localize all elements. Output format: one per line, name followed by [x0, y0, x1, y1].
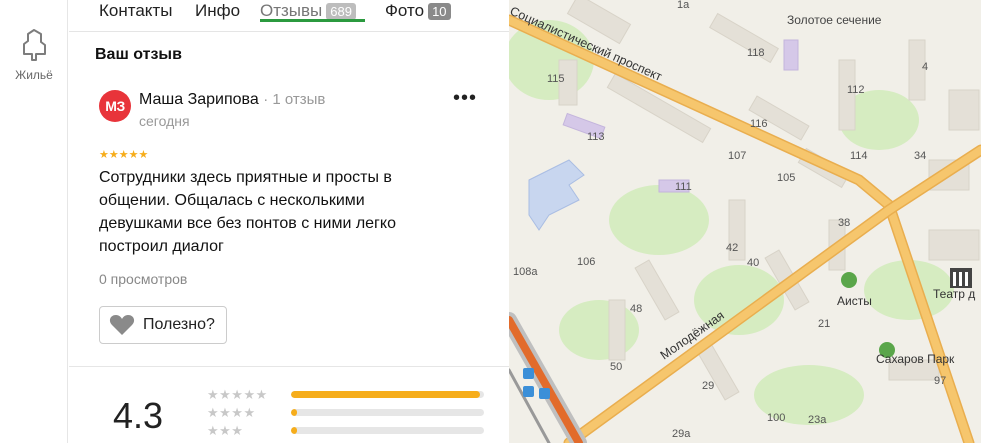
author-name[interactable]: Маша Зарипова — [139, 91, 259, 108]
map-canvas[interactable]: Социалистический проспект Молодёжная Зол… — [509, 0, 981, 443]
rating-row: ★★★★★ — [207, 388, 487, 406]
rating-distribution: ★★★★★ ★★★★ ★★★ — [207, 388, 487, 442]
heart-icon — [109, 315, 135, 335]
svg-text:21: 21 — [818, 318, 830, 330]
svg-text:40: 40 — [747, 257, 759, 269]
rating-bar-fill — [291, 409, 297, 416]
svg-text:42: 42 — [726, 242, 738, 254]
rating-bar — [291, 427, 484, 434]
left-rail: Жильё — [0, 0, 68, 443]
svg-text:113: 113 — [587, 131, 605, 143]
tab-count-badge: 10 — [428, 2, 451, 20]
rail-item-housing[interactable]: Жильё — [0, 28, 68, 82]
svg-text:29: 29 — [702, 380, 714, 392]
tab-label: Контакты — [99, 1, 173, 20]
review-date: сегодня — [139, 113, 190, 129]
svg-text:114: 114 — [850, 150, 868, 162]
section-title: Ваш отзыв — [95, 46, 182, 63]
svg-text:116: 116 — [750, 118, 768, 130]
rating-row: ★★★★ — [207, 406, 487, 424]
more-options-button[interactable]: ••• — [452, 88, 478, 116]
svg-text:112: 112 — [847, 84, 865, 96]
rating-bar-fill — [291, 391, 481, 398]
rating-row-stars: ★★★ — [207, 423, 244, 438]
org-panel: Контакты Инфо Отзывы 689 Фото 10 Ваш отз… — [69, 0, 509, 443]
tab-reviews[interactable]: Отзывы 689 — [260, 0, 356, 32]
poi-label[interactable]: Театр д — [933, 287, 975, 301]
rating-row-stars: ★★★★ — [207, 405, 256, 420]
rating-bar-fill — [291, 427, 297, 434]
tab-photos[interactable]: Фото 10 — [385, 0, 451, 32]
svg-text:100: 100 — [767, 412, 785, 424]
tab-info[interactable]: Инфо — [195, 0, 240, 32]
tab-label: Отзывы — [260, 1, 323, 20]
theater-icon[interactable] — [950, 268, 972, 288]
author-review-count: · 1 отзыв — [263, 91, 326, 108]
svg-text:1a: 1a — [677, 0, 690, 11]
housing-icon — [23, 29, 46, 61]
svg-text:34: 34 — [914, 150, 926, 162]
avatar[interactable]: МЗ — [99, 90, 131, 122]
svg-text:108a: 108a — [513, 266, 538, 278]
tab-label: Инфо — [195, 1, 241, 20]
svg-text:29a: 29a — [672, 428, 691, 440]
svg-text:105: 105 — [777, 172, 795, 184]
review-stars: ★★★★★ — [99, 149, 149, 161]
tab-contacts[interactable]: Контакты — [99, 0, 172, 32]
svg-text:23a: 23a — [808, 414, 827, 426]
poi-label[interactable]: Аисты — [837, 294, 872, 308]
map[interactable]: Социалистический проспект Молодёжная Зол… — [509, 0, 981, 443]
svg-text:111: 111 — [675, 181, 692, 193]
review-text: Сотрудники здесь приятные и просты в общ… — [99, 169, 396, 255]
tab-label: Фото — [385, 1, 425, 20]
rating-score: 4.3 — [113, 395, 164, 436]
helpful-label: Полезно? — [143, 316, 215, 333]
rail-item-label: Жильё — [15, 68, 53, 82]
svg-text:115: 115 — [547, 73, 565, 85]
svg-text:118: 118 — [747, 47, 765, 59]
poi-label[interactable]: Сахаров Парк — [876, 352, 955, 366]
svg-text:107: 107 — [728, 150, 746, 162]
svg-text:50: 50 — [610, 361, 622, 373]
svg-text:4: 4 — [922, 61, 928, 73]
review-views: 0 просмотров — [99, 271, 188, 287]
review-author: Маша Зарипова · 1 отзыв — [139, 91, 325, 109]
rating-bar — [291, 391, 484, 398]
svg-text:97: 97 — [934, 375, 946, 387]
rating-bar — [291, 409, 484, 416]
svg-text:38: 38 — [838, 217, 850, 229]
rating-row: ★★★ — [207, 424, 487, 442]
poi-label[interactable]: Золотое сечение — [787, 13, 882, 27]
tab-count-badge: 689 — [326, 2, 356, 20]
rating-row-stars: ★★★★★ — [207, 387, 268, 402]
section-divider — [69, 366, 509, 367]
tab-bar: Контакты Инфо Отзывы 689 Фото 10 — [69, 0, 509, 32]
active-tab-indicator — [260, 19, 365, 22]
svg-text:48: 48 — [630, 303, 642, 315]
helpful-button[interactable]: Полезно? — [99, 306, 227, 344]
svg-text:106: 106 — [577, 256, 595, 268]
